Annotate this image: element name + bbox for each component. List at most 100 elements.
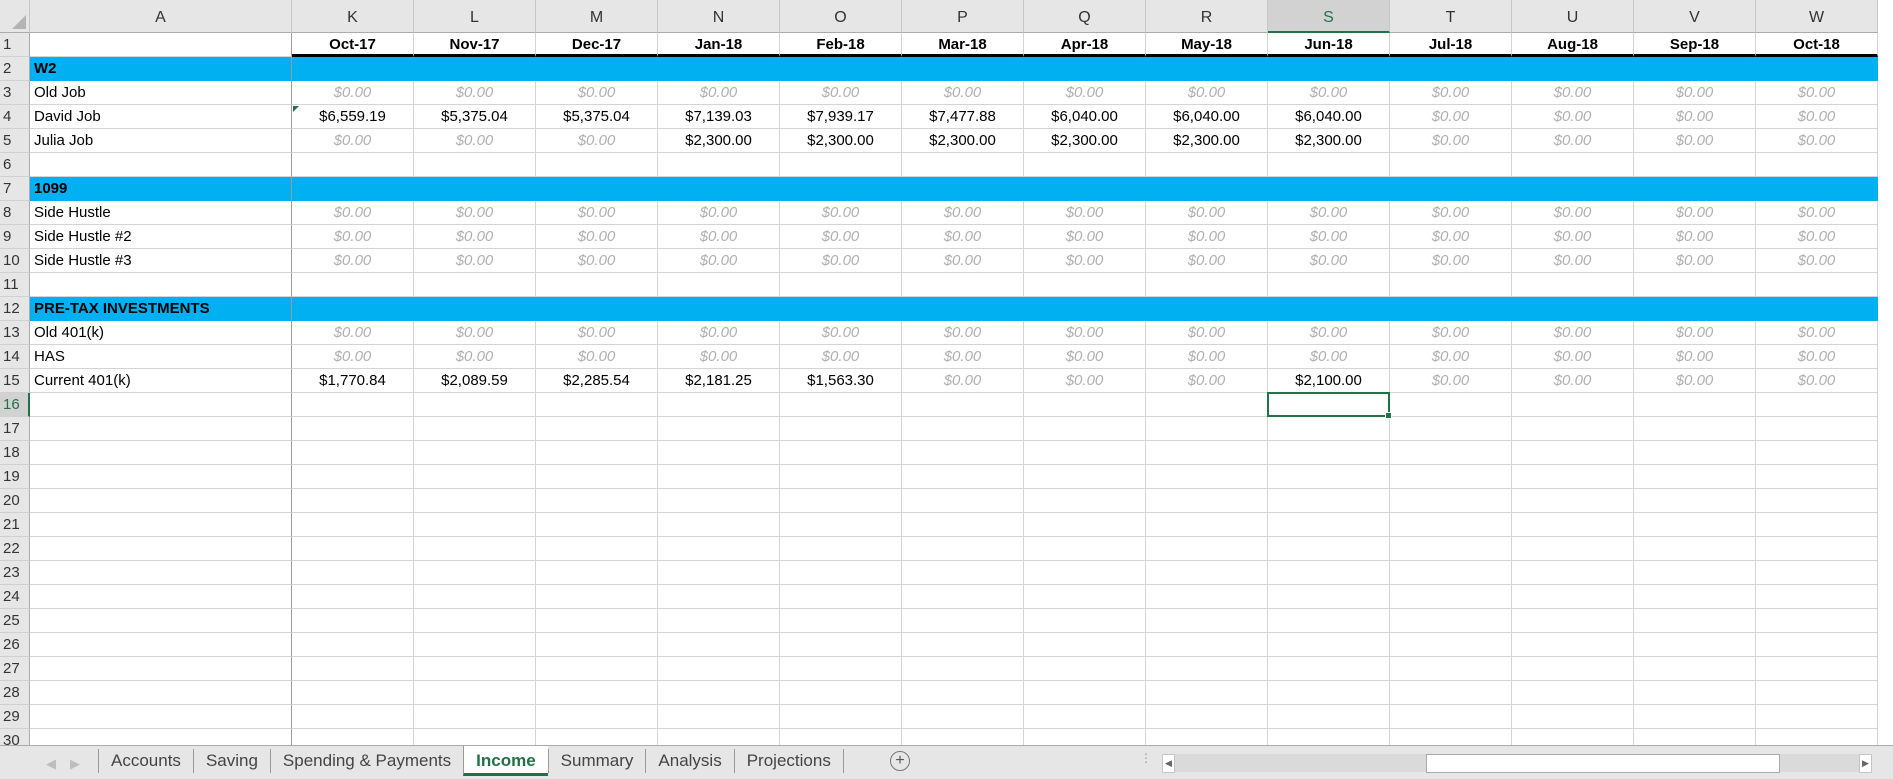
section-label[interactable]: PRE-TAX INVESTMENTS <box>30 297 292 321</box>
cell[interactable] <box>902 273 1024 297</box>
cell[interactable] <box>414 705 536 729</box>
column-header-n[interactable]: N <box>658 0 780 33</box>
cell[interactable] <box>658 489 780 513</box>
amount-cell[interactable]: $1,563.30 <box>780 369 902 393</box>
cell[interactable] <box>1390 441 1512 465</box>
cell[interactable] <box>414 729 536 745</box>
cell[interactable] <box>1268 417 1390 441</box>
amount-cell[interactable]: $6,559.19 <box>292 105 414 129</box>
cell[interactable] <box>1512 705 1634 729</box>
cell[interactable] <box>902 177 1024 201</box>
cell[interactable] <box>1024 609 1146 633</box>
cell[interactable] <box>1024 513 1146 537</box>
cell[interactable] <box>658 393 780 417</box>
amount-cell[interactable]: $0.00 <box>1390 321 1512 345</box>
cell[interactable] <box>414 537 536 561</box>
column-header-l[interactable]: L <box>414 0 536 33</box>
cell[interactable] <box>1390 297 1512 321</box>
cell[interactable] <box>414 585 536 609</box>
cell[interactable] <box>1390 273 1512 297</box>
cell[interactable] <box>1024 585 1146 609</box>
amount-cell[interactable]: $0.00 <box>1634 225 1756 249</box>
cell[interactable] <box>292 681 414 705</box>
cell[interactable] <box>1268 297 1390 321</box>
row-header-3[interactable]: 3 <box>0 81 30 105</box>
row-header-18[interactable]: 18 <box>0 441 30 465</box>
cell[interactable] <box>1024 681 1146 705</box>
cell[interactable] <box>1268 585 1390 609</box>
month-header[interactable]: Nov-17 <box>414 33 536 57</box>
cell[interactable] <box>1634 561 1756 585</box>
amount-cell[interactable]: $0.00 <box>1390 225 1512 249</box>
amount-cell[interactable]: $0.00 <box>1390 369 1512 393</box>
amount-cell[interactable]: $0.00 <box>1756 369 1878 393</box>
cell[interactable] <box>1512 537 1634 561</box>
cell[interactable] <box>536 585 658 609</box>
amount-cell[interactable]: $0.00 <box>1634 129 1756 153</box>
cell[interactable] <box>1756 417 1878 441</box>
row-header-21[interactable]: 21 <box>0 513 30 537</box>
cell[interactable] <box>1268 537 1390 561</box>
cell[interactable] <box>780 681 902 705</box>
cell[interactable] <box>536 465 658 489</box>
cell[interactable] <box>1268 729 1390 745</box>
amount-cell[interactable]: $2,181.25 <box>658 369 780 393</box>
row-header-16[interactable]: 16 <box>0 393 30 417</box>
row-label[interactable] <box>30 537 292 561</box>
amount-cell[interactable]: $0.00 <box>1634 105 1756 129</box>
cell[interactable] <box>658 465 780 489</box>
row-label[interactable]: Side Hustle <box>30 201 292 225</box>
cell[interactable] <box>1390 609 1512 633</box>
amount-cell[interactable]: $0.00 <box>902 249 1024 273</box>
amount-cell[interactable]: $0.00 <box>1512 225 1634 249</box>
cell[interactable] <box>292 489 414 513</box>
cell[interactable] <box>1512 633 1634 657</box>
cell[interactable] <box>1390 537 1512 561</box>
row-label[interactable]: David Job <box>30 105 292 129</box>
cell[interactable] <box>902 561 1024 585</box>
cell[interactable] <box>1634 537 1756 561</box>
cell[interactable] <box>780 513 902 537</box>
row-label[interactable] <box>30 585 292 609</box>
row-label[interactable] <box>30 417 292 441</box>
amount-cell[interactable]: $0.00 <box>780 345 902 369</box>
column-header-m[interactable]: M <box>536 0 658 33</box>
amount-cell[interactable]: $2,300.00 <box>1268 129 1390 153</box>
amount-cell[interactable]: $0.00 <box>1634 345 1756 369</box>
cell[interactable] <box>414 297 536 321</box>
cell[interactable] <box>536 57 658 81</box>
amount-cell[interactable]: $0.00 <box>902 81 1024 105</box>
cell[interactable] <box>1634 57 1756 81</box>
cell[interactable] <box>658 633 780 657</box>
amount-cell[interactable]: $0.00 <box>1756 105 1878 129</box>
cell[interactable] <box>1756 57 1878 81</box>
cell[interactable] <box>414 489 536 513</box>
cell[interactable] <box>1268 561 1390 585</box>
cell[interactable] <box>1756 585 1878 609</box>
month-header[interactable]: Jun-18 <box>1268 33 1390 57</box>
column-header-u[interactable]: U <box>1512 0 1634 33</box>
row-header-10[interactable]: 10 <box>0 249 30 273</box>
cell[interactable] <box>1024 561 1146 585</box>
cell[interactable] <box>1146 585 1268 609</box>
cell[interactable] <box>1390 513 1512 537</box>
row-header-22[interactable]: 22 <box>0 537 30 561</box>
cell[interactable] <box>1756 537 1878 561</box>
cell[interactable] <box>292 393 414 417</box>
cell[interactable] <box>902 657 1024 681</box>
column-header-p[interactable]: P <box>902 0 1024 33</box>
amount-cell[interactable]: $0.00 <box>780 81 902 105</box>
cell[interactable] <box>902 513 1024 537</box>
cell[interactable] <box>1024 273 1146 297</box>
horizontal-scrollbar[interactable]: ◀ ▶ <box>1162 754 1872 773</box>
row-label[interactable] <box>30 657 292 681</box>
cell[interactable] <box>1634 705 1756 729</box>
cell[interactable] <box>1390 489 1512 513</box>
amount-cell[interactable]: $2,300.00 <box>1146 129 1268 153</box>
amount-cell[interactable]: $0.00 <box>1390 81 1512 105</box>
month-header[interactable]: May-18 <box>1146 33 1268 57</box>
row-header-4[interactable]: 4 <box>0 105 30 129</box>
cell[interactable] <box>292 729 414 745</box>
cell[interactable] <box>1024 705 1146 729</box>
cell[interactable] <box>780 729 902 745</box>
